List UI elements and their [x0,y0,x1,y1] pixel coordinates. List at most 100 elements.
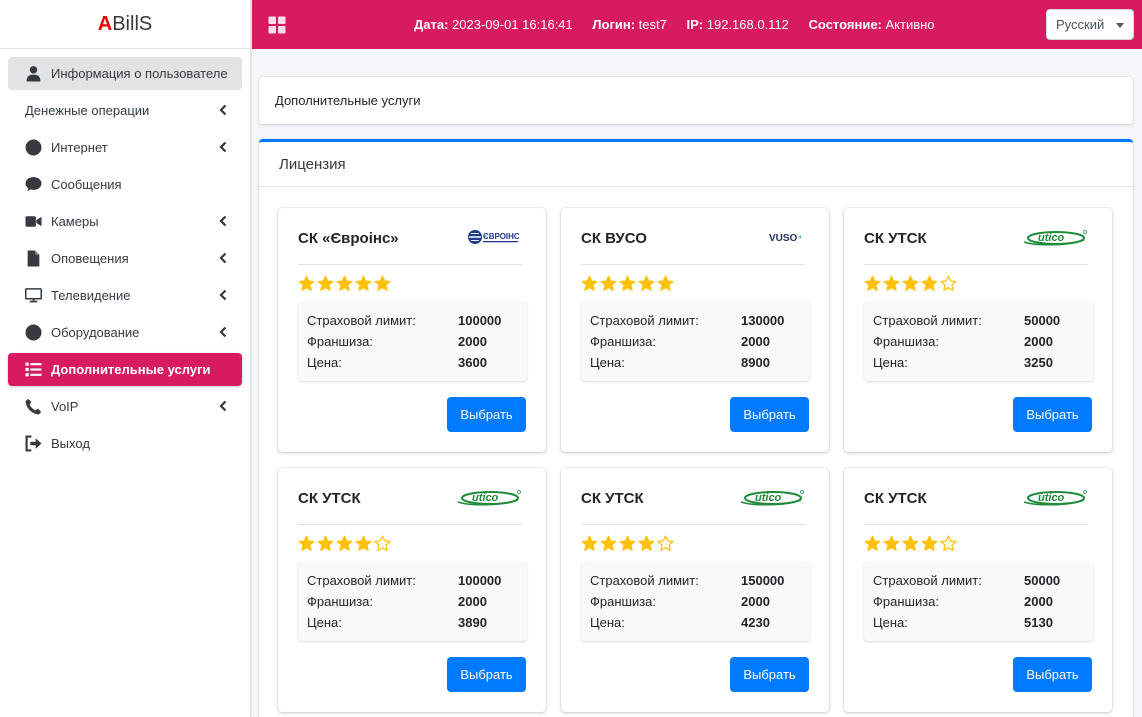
star-filled-icon [336,275,353,291]
price-row: Цена: 4230 [590,612,801,633]
section-title: Лицензия [259,142,1133,187]
franchise-value: 2000 [1024,594,1053,609]
star-filled-icon [298,275,315,291]
svg-text:utico: utico [1038,232,1065,244]
limit-value: 100000 [458,313,502,328]
language-select[interactable]: Русский [1046,9,1134,40]
divider [581,524,805,525]
franchise-label: Франшиза: [590,594,657,609]
franchise-label: Франшиза: [590,334,657,349]
limit-row: Страховой лимит: 50000 [873,570,1084,591]
svg-text:utico: utico [755,492,782,504]
star-filled-icon [619,275,636,291]
price-value: 3600 [458,355,487,370]
chevron-left-icon [219,289,227,301]
ip-label: IP: [686,17,704,32]
limit-label: Страховой лимит: [590,313,699,328]
limit-label: Страховой лимит: [307,313,416,328]
logout-icon [24,435,42,453]
sidebar-item-extra-services[interactable]: Дополнительные услуги [8,353,242,386]
star-filled-icon [355,535,372,551]
rating-stars [864,535,957,552]
section-title-text: Лицензия [279,156,346,173]
star-filled-icon [883,535,900,551]
sidebar-item-label: Информация о пользователе [51,66,228,81]
list-icon [24,361,42,379]
franchise-row: Франшиза: 2000 [307,331,518,352]
divider [864,264,1088,265]
sidebar-item-internet[interactable]: Интернет [8,131,242,164]
offer-details: Страховой лимит: 50000 Франшиза: 2000 Цена: 5… [864,561,1093,641]
sidebar-item-tv[interactable]: Телевидение [8,279,242,312]
language-value: Русский [1056,17,1105,32]
offer-details: Страховой лимит: 130000 Франшиза: 2000 Цена:… [581,301,810,381]
rating-stars [864,275,957,292]
price-row: Цена: 3600 [307,352,518,373]
offer-details: Страховой лимит: 100000 Франшиза: 2000 Цена:… [298,301,527,381]
date-value: 2023-09-01 16:16:41 [452,17,573,32]
sidebar-item-label: Оборудование [51,325,140,340]
price-row: Цена: 8900 [590,352,801,373]
sidebar-item-equipment[interactable]: Оборудование [8,316,242,349]
brand-logo[interactable]: A BillS [0,0,250,49]
sidebar-item-logout[interactable]: Выход [8,427,242,460]
breadcrumb-text: Дополнительные услуги [275,93,421,108]
limit-row: Страховой лимит: 150000 [590,570,801,591]
sidebar-item-notifications[interactable]: Оповещения [8,242,242,275]
star-filled-icon [638,535,655,551]
select-button[interactable]: Выбрать [730,397,809,432]
limit-value: 100000 [458,573,502,588]
sidebar-item-label: Сообщения [51,177,122,192]
star-filled-icon [657,275,674,291]
divider [298,264,522,265]
sidebar-item-voip[interactable]: VoIP [8,390,242,423]
limit-value: 130000 [741,313,785,328]
select-button[interactable]: Выбрать [1013,657,1092,692]
offer-card: СК УТСК utico Страховой лимит: 150000 Франши… [561,468,829,712]
franchise-value: 2000 [741,334,770,349]
sidebar-item-label: Телевидение [51,288,131,303]
select-button[interactable]: Выбрать [447,657,526,692]
star-empty-icon [940,275,957,292]
monitor-icon [24,287,42,305]
limit-value: 50000 [1024,313,1061,328]
chevron-left-icon [219,104,227,116]
star-filled-icon [638,275,655,291]
session-info: Дата: 2023-09-01 16:16:41 Логин: test7 I… [414,17,935,32]
vuso-logo: VUSO [735,228,805,246]
ip-value: 192.168.0.112 [706,17,789,32]
sidebar-item-cameras[interactable]: Камеры [8,205,242,238]
star-filled-icon [581,535,598,551]
state-label: Состояние: [808,17,882,32]
offer-details: Страховой лимит: 100000 Франшиза: 2000 Цена:… [298,561,527,641]
price-value: 5130 [1024,615,1053,630]
franchise-value: 2000 [741,594,770,609]
breadcrumb: Дополнительные услуги [259,77,1133,124]
limit-value: 50000 [1024,573,1061,588]
offer-title: СК «Євроінс» [298,230,399,247]
star-filled-icon [883,275,900,291]
price-row: Цена: 3250 [873,352,1084,373]
select-button[interactable]: Выбрать [447,397,526,432]
offer-card: СК УТСК utico Страховой лимит: 50000 Франшиз… [844,468,1112,712]
price-label: Цена: [873,355,908,370]
star-filled-icon [921,535,938,551]
sidebar-item-money[interactable]: Денежные операции [8,94,242,127]
login-value: test7 [638,17,667,32]
star-filled-icon [902,275,919,291]
price-label: Цена: [590,355,625,370]
limit-label: Страховой лимит: [873,313,982,328]
price-value: 3890 [458,615,487,630]
price-value: 4230 [741,615,770,630]
franchise-value: 2000 [458,334,487,349]
svg-text:utico: utico [472,492,499,504]
sidebar-nav: Информация о пользователе Денежные опера… [0,49,250,460]
select-button[interactable]: Выбрать [1013,397,1092,432]
franchise-row: Франшиза: 2000 [307,591,518,612]
sidebar-item-messages[interactable]: Сообщения [8,168,242,201]
select-button[interactable]: Выбрать [730,657,809,692]
video-icon [24,213,42,231]
price-value: 8900 [741,355,770,370]
grid-menu-icon[interactable] [268,16,286,34]
sidebar-item-user-info[interactable]: Информация о пользователе [8,57,242,90]
